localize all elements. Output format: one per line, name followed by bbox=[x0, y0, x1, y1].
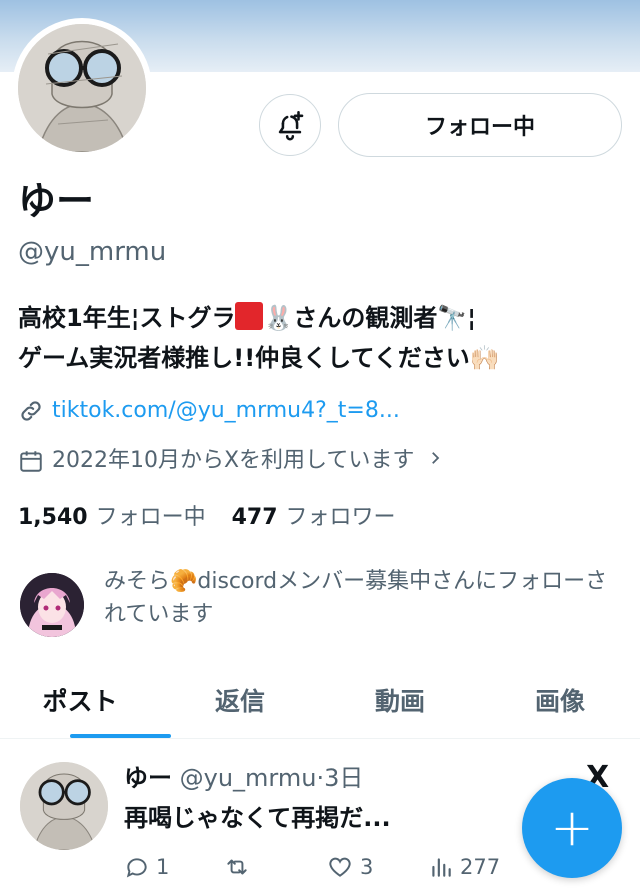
tab-images[interactable]: 画像 bbox=[480, 662, 640, 738]
following-stat[interactable]: 1,540 フォロー中 bbox=[18, 503, 206, 533]
follow-stats: 1,540 フォロー中 477 フォロワー bbox=[18, 503, 396, 533]
bio-text-2: さんの観測者 bbox=[293, 304, 438, 332]
bio-text-3: ¦ bbox=[467, 304, 477, 332]
post-author-handle[interactable]: @yu_mrmu bbox=[180, 764, 317, 792]
views-chart-icon bbox=[432, 858, 451, 877]
like-action[interactable]: 3 bbox=[326, 854, 373, 880]
followers-count: 477 bbox=[231, 505, 278, 530]
reply-icon bbox=[126, 858, 147, 878]
bio-emoji-rabbit: 🐰 bbox=[263, 304, 294, 332]
profile-link-row[interactable]: tiktok.com/@yu_mrmu4?_t=8... bbox=[18, 396, 400, 426]
profile-avatar-frame bbox=[12, 18, 152, 158]
following-count: 1,540 bbox=[18, 505, 88, 530]
calendar-icon bbox=[20, 451, 42, 472]
repost-action[interactable] bbox=[222, 854, 258, 880]
notify-bell-button[interactable] bbox=[259, 94, 321, 156]
tab-videos[interactable]: 動画 bbox=[320, 662, 480, 738]
joined-date-row[interactable]: 2022年10月からXを利用しています bbox=[18, 446, 452, 476]
plus-icon: + bbox=[550, 798, 594, 858]
following-label: フォロー中 bbox=[95, 505, 206, 530]
bio-emoji-telescope: 🔭 bbox=[437, 304, 468, 332]
profile-link[interactable]: tiktok.com/@yu_mrmu4?_t=8... bbox=[52, 396, 400, 426]
followers-stat[interactable]: 477 フォロワー bbox=[232, 503, 396, 533]
compose-post-button[interactable]: + bbox=[522, 778, 622, 878]
red-square-icon bbox=[235, 302, 264, 330]
post-author-name[interactable]: ゆー bbox=[124, 764, 172, 792]
profile-bio: 高校1年生¦ストグラ 🐰さんの観測者🔭¦ ゲーム実況者様推し!!仲良くしてください… bbox=[18, 298, 628, 378]
post-time: ·3日 bbox=[316, 764, 364, 792]
profile-handle: @yu_mrmu bbox=[18, 237, 167, 267]
profile-avatar[interactable] bbox=[18, 24, 146, 152]
followers-label: フォロワー bbox=[285, 505, 396, 530]
profile-tabs: ポスト 返信 動画 画像 bbox=[0, 662, 640, 738]
like-count: 3 bbox=[360, 855, 374, 879]
following-button[interactable]: フォロー中 bbox=[338, 93, 622, 157]
views-action[interactable]: 277 bbox=[428, 854, 500, 880]
reply-count: 1 bbox=[156, 855, 170, 879]
followed-by-row[interactable]: みそら🥐discordメンバー募集中さんにフォローされています bbox=[20, 565, 630, 637]
repost-icon bbox=[227, 859, 247, 875]
tab-posts[interactable]: ポスト bbox=[0, 662, 160, 738]
post-text[interactable]: 再喝じゃなくて再掲だ... bbox=[124, 802, 391, 834]
chevron-right-icon bbox=[426, 446, 452, 476]
bio-line-2: ゲーム実況者様推し!!仲良くしてください🙌🏻 bbox=[18, 344, 500, 372]
bell-plus-icon bbox=[278, 110, 304, 141]
heart-icon bbox=[329, 857, 351, 877]
view-count: 277 bbox=[460, 855, 501, 879]
post-header: ゆー @yu_mrmu·3日 bbox=[124, 762, 363, 794]
tab-replies[interactable]: 返信 bbox=[160, 662, 320, 738]
post-avatar[interactable] bbox=[20, 762, 108, 850]
reply-action[interactable]: 1 bbox=[124, 854, 169, 880]
profile-display-name: ゆー bbox=[18, 179, 95, 223]
followed-by-text: みそら🥐discordメンバー募集中さんにフォローされています bbox=[104, 569, 608, 627]
bio-text-1: 高校1年生¦ストグラ bbox=[18, 304, 236, 332]
tabs-divider bbox=[0, 738, 640, 739]
joined-date: 2022年10月からXを利用しています bbox=[52, 448, 415, 473]
link-icon bbox=[21, 401, 41, 421]
follower-avatar[interactable] bbox=[20, 573, 84, 637]
